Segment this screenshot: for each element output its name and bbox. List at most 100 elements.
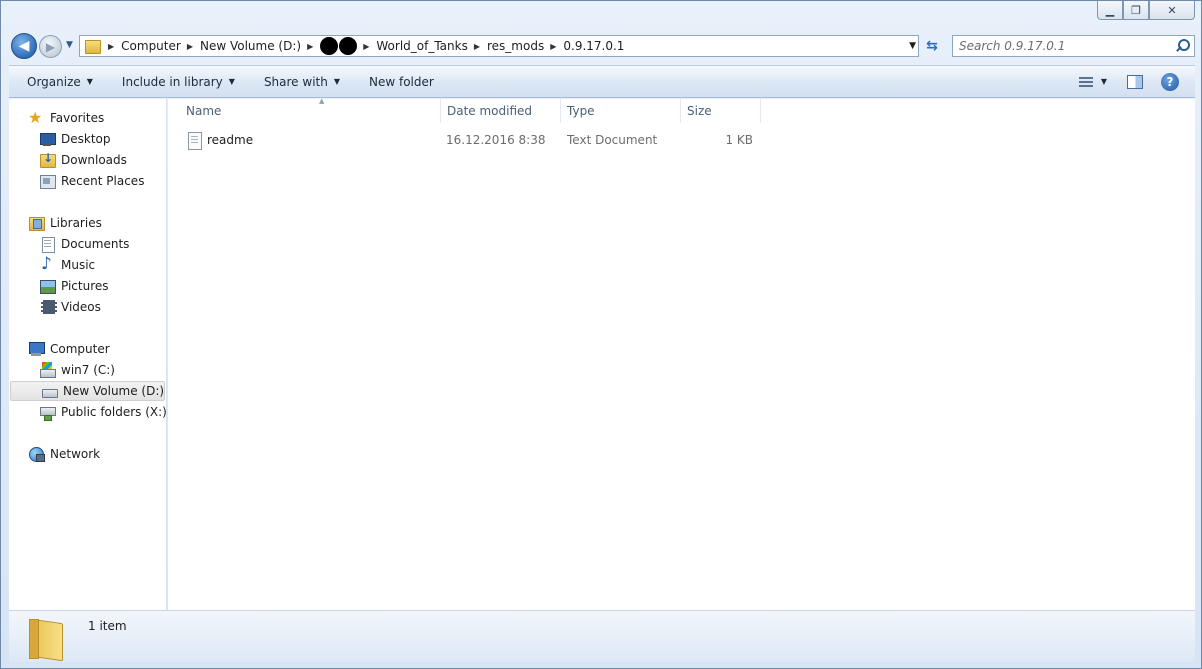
nav-network[interactable]: Network xyxy=(9,444,165,464)
new-folder-button[interactable]: New folder xyxy=(351,75,445,89)
include-library-label: Include in library xyxy=(121,74,223,89)
column-header-label: Size xyxy=(687,104,712,118)
nav-item-videos[interactable]: Videos xyxy=(9,297,165,317)
share-with-button[interactable]: Share with ▼ xyxy=(246,75,351,89)
chevron-right-icon[interactable]: ▶ xyxy=(474,42,480,51)
folder-icon xyxy=(84,39,102,54)
nav-item-label: Music xyxy=(61,258,96,272)
help-icon[interactable]: ? xyxy=(1161,72,1179,91)
file-name: readme xyxy=(207,133,254,147)
network-icon xyxy=(28,446,45,462)
address-bar[interactable]: ▶ Computer ▶ New Volume (D:) ▶ ▶ World_o… xyxy=(79,35,919,57)
forward-arrow-icon: ▶ xyxy=(45,39,56,54)
nav-favorites[interactable]: Favorites xyxy=(9,108,165,128)
table-row[interactable]: readme 16.12.2016 8:38 Text Document 1 K… xyxy=(180,130,760,152)
nav-item-drive-c[interactable]: win7 (C:) xyxy=(9,360,165,380)
explorer-window: ▁ ❐ ✕ ◀ ▶ ▼ ▶ Computer ▶ New Volume (D:)… xyxy=(0,0,1202,669)
network-drive-icon xyxy=(39,404,56,421)
column-header-size[interactable]: Size xyxy=(681,99,761,123)
breadcrumb-current-folder[interactable]: 0.9.17.0.1 xyxy=(563,39,624,53)
search-box[interactable]: Search 0.9.17.0.1 xyxy=(952,35,1195,57)
close-icon: ✕ xyxy=(1167,3,1177,17)
view-options-dropdown[interactable]: ▼ xyxy=(1101,77,1107,86)
star-icon xyxy=(28,108,44,127)
minimize-button[interactable]: ▁ xyxy=(1097,1,1123,20)
nav-item-label: Desktop xyxy=(61,132,111,146)
nav-favorites-label: Favorites xyxy=(50,111,105,125)
folder-icon xyxy=(29,617,69,659)
nav-item-downloads[interactable]: Downloads xyxy=(9,150,165,170)
nav-item-documents[interactable]: Documents xyxy=(9,234,165,254)
refresh-button[interactable]: ⇆ xyxy=(923,37,941,55)
nav-item-label: Pictures xyxy=(61,279,109,293)
file-list: ▲ Name Date modified Type Size readme 16… xyxy=(168,97,1195,610)
breadcrumb-computer[interactable]: Computer xyxy=(121,39,181,53)
pictures-icon xyxy=(39,278,56,294)
downloads-icon xyxy=(39,151,56,168)
new-folder-label: New folder xyxy=(369,74,434,89)
chevron-down-icon: ▼ xyxy=(228,77,235,86)
music-icon xyxy=(39,254,55,274)
column-header-type[interactable]: Type xyxy=(561,99,681,123)
hard-drive-icon xyxy=(41,383,58,399)
change-view-icon[interactable] xyxy=(1078,76,1095,88)
address-dropdown-icon[interactable]: ▼ xyxy=(909,41,916,51)
navigation-row: ◀ ▶ ▼ ▶ Computer ▶ New Volume (D:) ▶ ▶ W… xyxy=(9,32,1195,60)
details-pane: 1 item xyxy=(9,610,1195,662)
nav-item-label: Documents xyxy=(61,237,130,251)
windows-drive-icon xyxy=(39,362,56,378)
nav-network-label: Network xyxy=(50,447,101,461)
nav-item-label: Downloads xyxy=(61,153,127,167)
breadcrumb-world-of-tanks[interactable]: World_of_Tanks xyxy=(376,39,467,53)
include-in-library-button[interactable]: Include in library ▼ xyxy=(104,75,246,89)
nav-item-pictures[interactable]: Pictures xyxy=(9,276,165,296)
refresh-icon: ⇆ xyxy=(926,38,938,54)
organize-button[interactable]: Organize ▼ xyxy=(9,75,104,89)
recent-pages-button[interactable]: ▼ xyxy=(66,40,73,50)
chevron-right-icon[interactable]: ▶ xyxy=(307,42,313,51)
minimize-icon: ▁ xyxy=(1105,3,1115,17)
search-input[interactable]: Search 0.9.17.0.1 xyxy=(959,39,1174,53)
videos-icon xyxy=(39,299,57,315)
nav-item-desktop[interactable]: Desktop xyxy=(9,129,165,149)
nav-item-recent-places[interactable]: Recent Places xyxy=(9,171,165,191)
chevron-down-icon: ▼ xyxy=(86,77,93,86)
close-button[interactable]: ✕ xyxy=(1149,1,1195,20)
forward-button[interactable]: ▶ xyxy=(39,35,62,58)
nav-libraries[interactable]: Libraries xyxy=(9,213,165,233)
file-name-cell[interactable]: readme xyxy=(186,130,253,150)
libraries-icon xyxy=(28,215,45,231)
nav-computer[interactable]: Computer xyxy=(9,339,165,359)
recent-places-icon xyxy=(39,173,56,189)
breadcrumb-res-mods[interactable]: res_mods xyxy=(487,39,544,53)
file-type: Text Document xyxy=(567,133,658,147)
preview-pane-icon[interactable] xyxy=(1127,74,1143,89)
chevron-right-icon[interactable]: ▶ xyxy=(108,42,114,51)
window-controls: ▁ ❐ ✕ xyxy=(1097,1,1195,20)
maximize-button[interactable]: ❐ xyxy=(1123,1,1149,20)
column-header-label: Date modified xyxy=(447,104,533,118)
chevron-right-icon[interactable]: ▶ xyxy=(187,42,193,51)
restore-icon: ❐ xyxy=(1131,3,1141,17)
chevron-right-icon[interactable]: ▶ xyxy=(550,42,556,51)
nav-item-label: win7 (C:) xyxy=(61,363,115,377)
nav-item-music[interactable]: Music xyxy=(9,254,165,275)
text-file-icon xyxy=(186,132,202,150)
nav-item-label: Videos xyxy=(61,300,101,314)
column-header-name[interactable]: ▲ Name xyxy=(180,97,441,123)
nav-item-drive-x[interactable]: Public folders (X:) xyxy=(9,402,167,422)
redacted-breadcrumb xyxy=(320,37,358,55)
search-icon[interactable] xyxy=(1174,38,1190,54)
item-count: 1 item xyxy=(88,619,127,633)
share-with-label: Share with xyxy=(263,74,328,89)
sort-ascending-icon: ▲ xyxy=(319,97,325,105)
back-button[interactable]: ◀ xyxy=(11,33,37,59)
nav-item-drive-d[interactable]: New Volume (D:) xyxy=(10,381,165,401)
column-header-date[interactable]: Date modified xyxy=(441,99,561,123)
organize-label: Organize xyxy=(27,74,81,89)
desktop-icon xyxy=(39,131,56,147)
back-arrow-icon: ◀ xyxy=(18,38,30,54)
column-header-label: Name xyxy=(186,104,222,118)
breadcrumb-new-volume[interactable]: New Volume (D:) xyxy=(200,39,301,53)
chevron-right-icon[interactable]: ▶ xyxy=(363,42,369,51)
